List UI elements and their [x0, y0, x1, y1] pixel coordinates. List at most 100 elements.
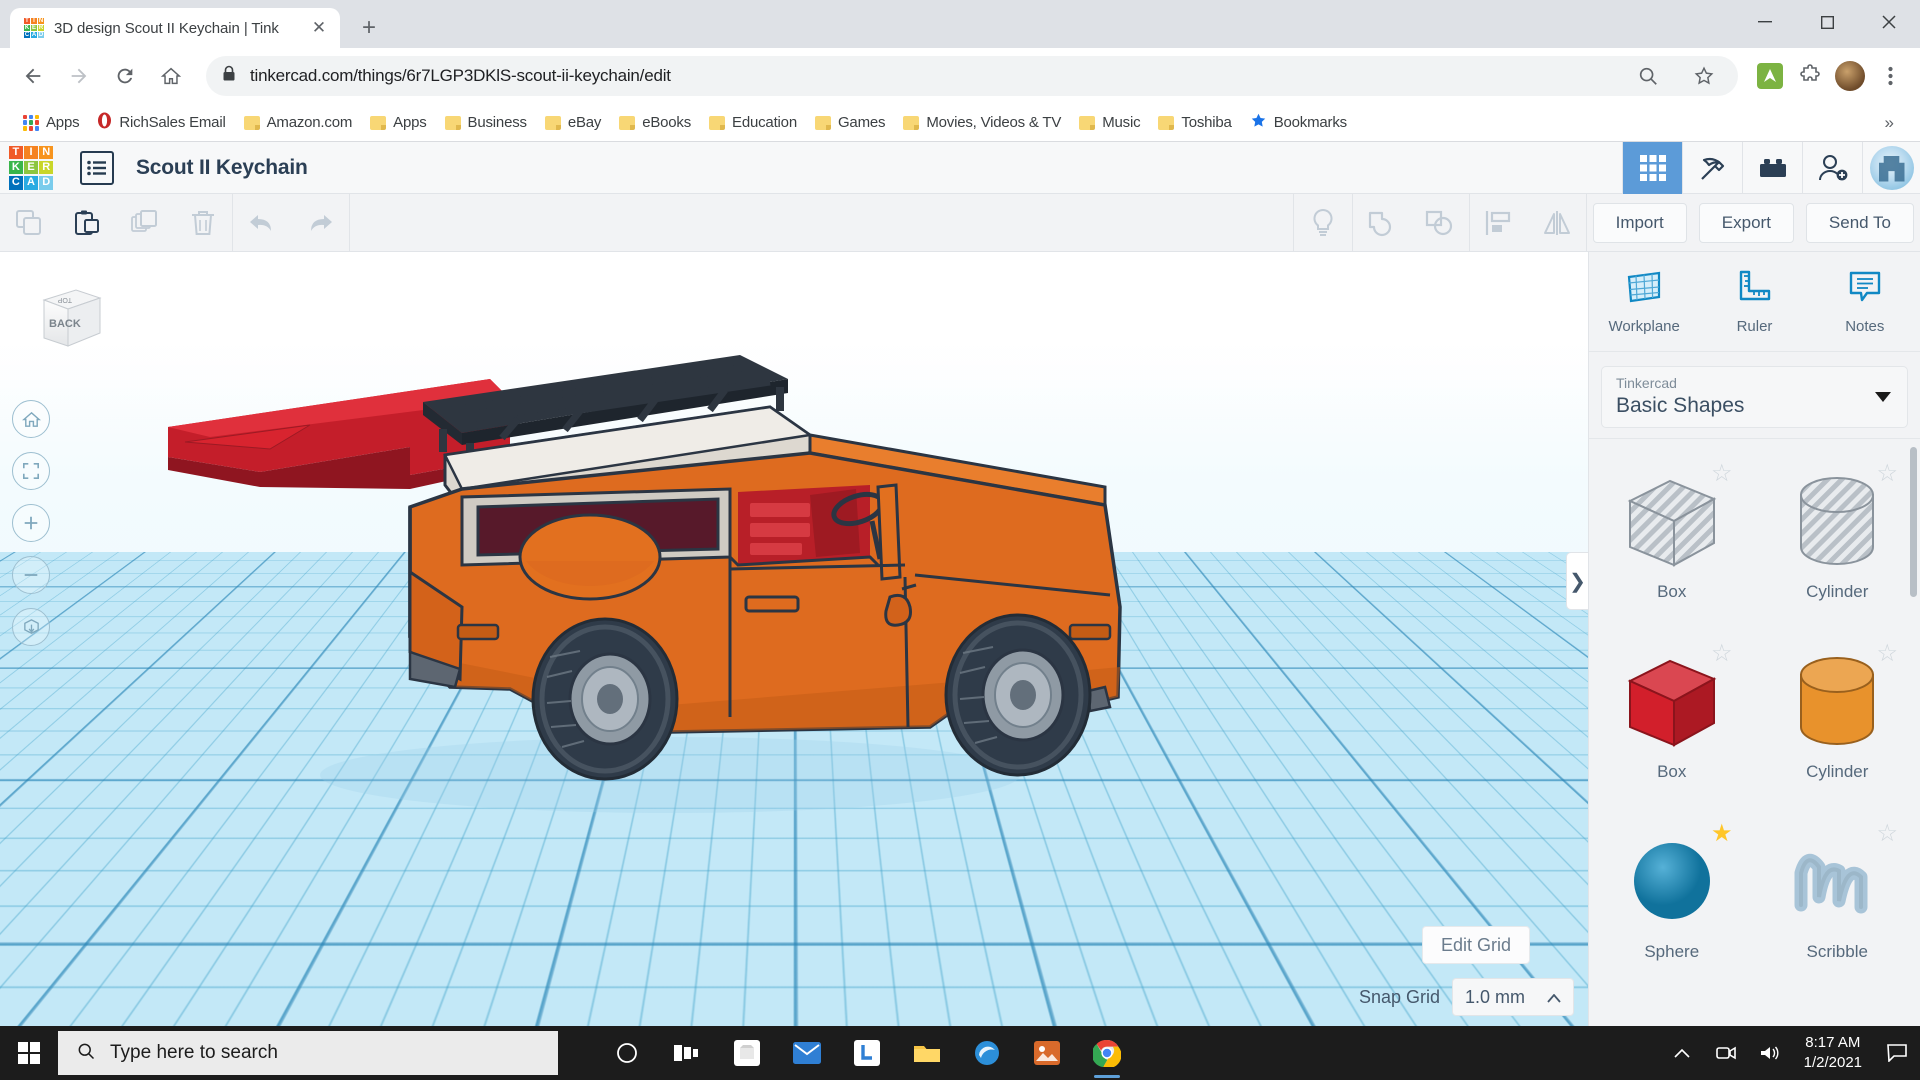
list-icon[interactable] [80, 151, 114, 185]
edit-grid-button[interactable]: Edit Grid [1422, 926, 1530, 964]
bookmark-item[interactable]: Music [1070, 108, 1149, 138]
undo-arrow-icon[interactable] [233, 194, 291, 252]
bookmark-item[interactable]: eBooks [610, 108, 700, 138]
view-cube[interactable]: TOP BACK [30, 280, 104, 354]
browser-tab[interactable]: TIN KER CAD 3D design Scout II Keychain | … [10, 8, 340, 48]
kebab-menu-icon[interactable] [1872, 58, 1908, 94]
l-letter-icon[interactable] [840, 1026, 894, 1080]
favorite-star-icon[interactable]: ☆ [1876, 639, 1898, 668]
puzzle-icon[interactable] [1792, 58, 1828, 94]
close-window-button[interactable] [1858, 0, 1920, 44]
search-icon[interactable] [1630, 58, 1666, 94]
home-icon[interactable] [12, 400, 50, 438]
ungroup-shapes-icon[interactable] [1411, 194, 1469, 252]
chevron-right-icon[interactable]: ❯ [1566, 552, 1588, 610]
favorite-star-icon[interactable]: ☆ [1711, 639, 1733, 668]
bookmark-item[interactable]: Business [436, 108, 536, 138]
shape-library-select[interactable]: Tinkercad Basic Shapes [1601, 366, 1908, 428]
panel-tool-notes[interactable]: Notes [1810, 252, 1920, 351]
favorite-star-icon[interactable]: ☆ [1876, 459, 1898, 488]
bookmark-item[interactable]: Toshiba [1149, 108, 1240, 138]
send-to-button[interactable]: Send To [1806, 203, 1914, 243]
circle-icon[interactable] [600, 1026, 654, 1080]
redo-arrow-icon[interactable] [291, 194, 349, 252]
grid-icon[interactable] [1622, 142, 1682, 194]
shape-cylinder-orange[interactable]: ☆ Cylinder [1755, 625, 1920, 805]
duplicate-icon[interactable] [116, 194, 174, 252]
bookmark-item[interactable]: eBay [536, 108, 610, 138]
trash-icon[interactable] [174, 194, 232, 252]
new-tab-button[interactable]: + [352, 11, 386, 45]
folder-icon [445, 116, 461, 130]
minimize-button[interactable] [1734, 0, 1796, 44]
favorite-star-icon[interactable]: ★ [1711, 819, 1733, 848]
tinkercad-logo[interactable]: TIN KER CAD [0, 142, 62, 194]
maximize-button[interactable] [1796, 0, 1858, 44]
cube-arrow-icon[interactable] [12, 608, 50, 646]
lightbulb-icon[interactable] [1294, 194, 1352, 252]
export-button[interactable]: Export [1699, 203, 1794, 243]
pickaxe-icon[interactable] [1682, 142, 1742, 194]
favorite-star-icon[interactable]: ☆ [1711, 459, 1733, 488]
bookmark-item[interactable]: Bookmarks [1241, 108, 1356, 138]
snap-grid-select[interactable]: 1.0 mm [1452, 978, 1574, 1016]
bookmark-item[interactable]: Apps [361, 108, 435, 138]
forward-icon[interactable] [58, 55, 100, 97]
3d-canvas[interactable]: TOP BACK ❯ Edit Grid Snap Grid 1.0 mm [0, 252, 1588, 1026]
panel-scrollbar[interactable] [1910, 447, 1917, 597]
favorite-star-icon[interactable]: ☆ [1876, 819, 1898, 848]
task-view-icon[interactable] [660, 1026, 714, 1080]
shape-box-red[interactable]: ☆ Box [1589, 625, 1755, 805]
shape-box-hole[interactable]: ☆ Box [1589, 445, 1755, 625]
lego-brick-icon[interactable] [1742, 142, 1802, 194]
bookmark-item[interactable]: Games [806, 108, 894, 138]
chevron-up-icon[interactable] [1660, 1026, 1704, 1080]
shapes-list[interactable]: ☆ Box ☆ Cylinder ☆ Box ☆ Cylinder ★ Sphere ☆ Scribb… [1589, 438, 1920, 1026]
shape-cylinder-hole[interactable]: ☆ Cylinder [1755, 445, 1920, 625]
mirror-icon[interactable] [1528, 194, 1586, 252]
bookmark-item[interactable]: Education [700, 108, 806, 138]
panel-tool-label: Notes [1845, 318, 1884, 335]
add-person-icon[interactable] [1802, 142, 1862, 194]
windows-logo-icon[interactable] [0, 1026, 58, 1080]
mail-icon[interactable] [780, 1026, 834, 1080]
camera-icon[interactable] [1704, 1026, 1748, 1080]
edge-icon[interactable] [960, 1026, 1014, 1080]
profile-avatar[interactable] [1832, 58, 1868, 94]
plus-icon[interactable] [12, 504, 50, 542]
group-shapes-icon[interactable] [1353, 194, 1411, 252]
scout-ii-3d-model[interactable] [110, 307, 1210, 872]
star-icon[interactable] [1686, 58, 1722, 94]
taskbar-clock[interactable]: 8:17 AM 1/2/2021 [1792, 1033, 1874, 1074]
shape-sphere[interactable]: ★ Sphere [1589, 805, 1755, 985]
align-icon[interactable] [1470, 194, 1528, 252]
close-icon[interactable]: ✕ [308, 17, 330, 39]
folder-icon[interactable] [900, 1026, 954, 1080]
bookmarks-overflow-button[interactable]: » [1873, 113, 1906, 133]
paste-icon[interactable] [58, 194, 116, 252]
photos-icon[interactable] [1020, 1026, 1074, 1080]
speaker-icon[interactable] [1748, 1026, 1792, 1080]
import-button[interactable]: Import [1593, 203, 1687, 243]
bookmark-item[interactable]: Apps [14, 108, 88, 138]
chrome-icon[interactable] [1080, 1026, 1134, 1080]
minus-icon[interactable] [12, 556, 50, 594]
bookmark-item[interactable]: RichSales Email [88, 108, 234, 138]
search-input[interactable]: Type here to search [58, 1031, 558, 1075]
address-bar[interactable]: tinkercad.com/things/6r7LGP3DKlS-scout-i… [206, 56, 1738, 96]
fit-all-icon[interactable] [12, 452, 50, 490]
robot-avatar[interactable] [1862, 142, 1920, 194]
shape-label: Cylinder [1806, 762, 1868, 782]
bookmark-item[interactable]: Amazon.com [235, 108, 362, 138]
notification-icon[interactable] [1874, 1026, 1920, 1080]
store-icon[interactable] [720, 1026, 774, 1080]
home-icon[interactable] [150, 55, 192, 97]
reload-icon[interactable] [104, 55, 146, 97]
panel-tool-ruler[interactable]: Ruler [1699, 252, 1809, 351]
shape-scribble[interactable]: ☆ Scribble [1755, 805, 1920, 985]
copy-icon[interactable] [0, 194, 58, 252]
back-icon[interactable] [12, 55, 54, 97]
panel-tool-workplane[interactable]: Workplane [1589, 252, 1699, 351]
extension-green-icon[interactable] [1752, 58, 1788, 94]
bookmark-item[interactable]: Movies, Videos & TV [894, 108, 1070, 138]
